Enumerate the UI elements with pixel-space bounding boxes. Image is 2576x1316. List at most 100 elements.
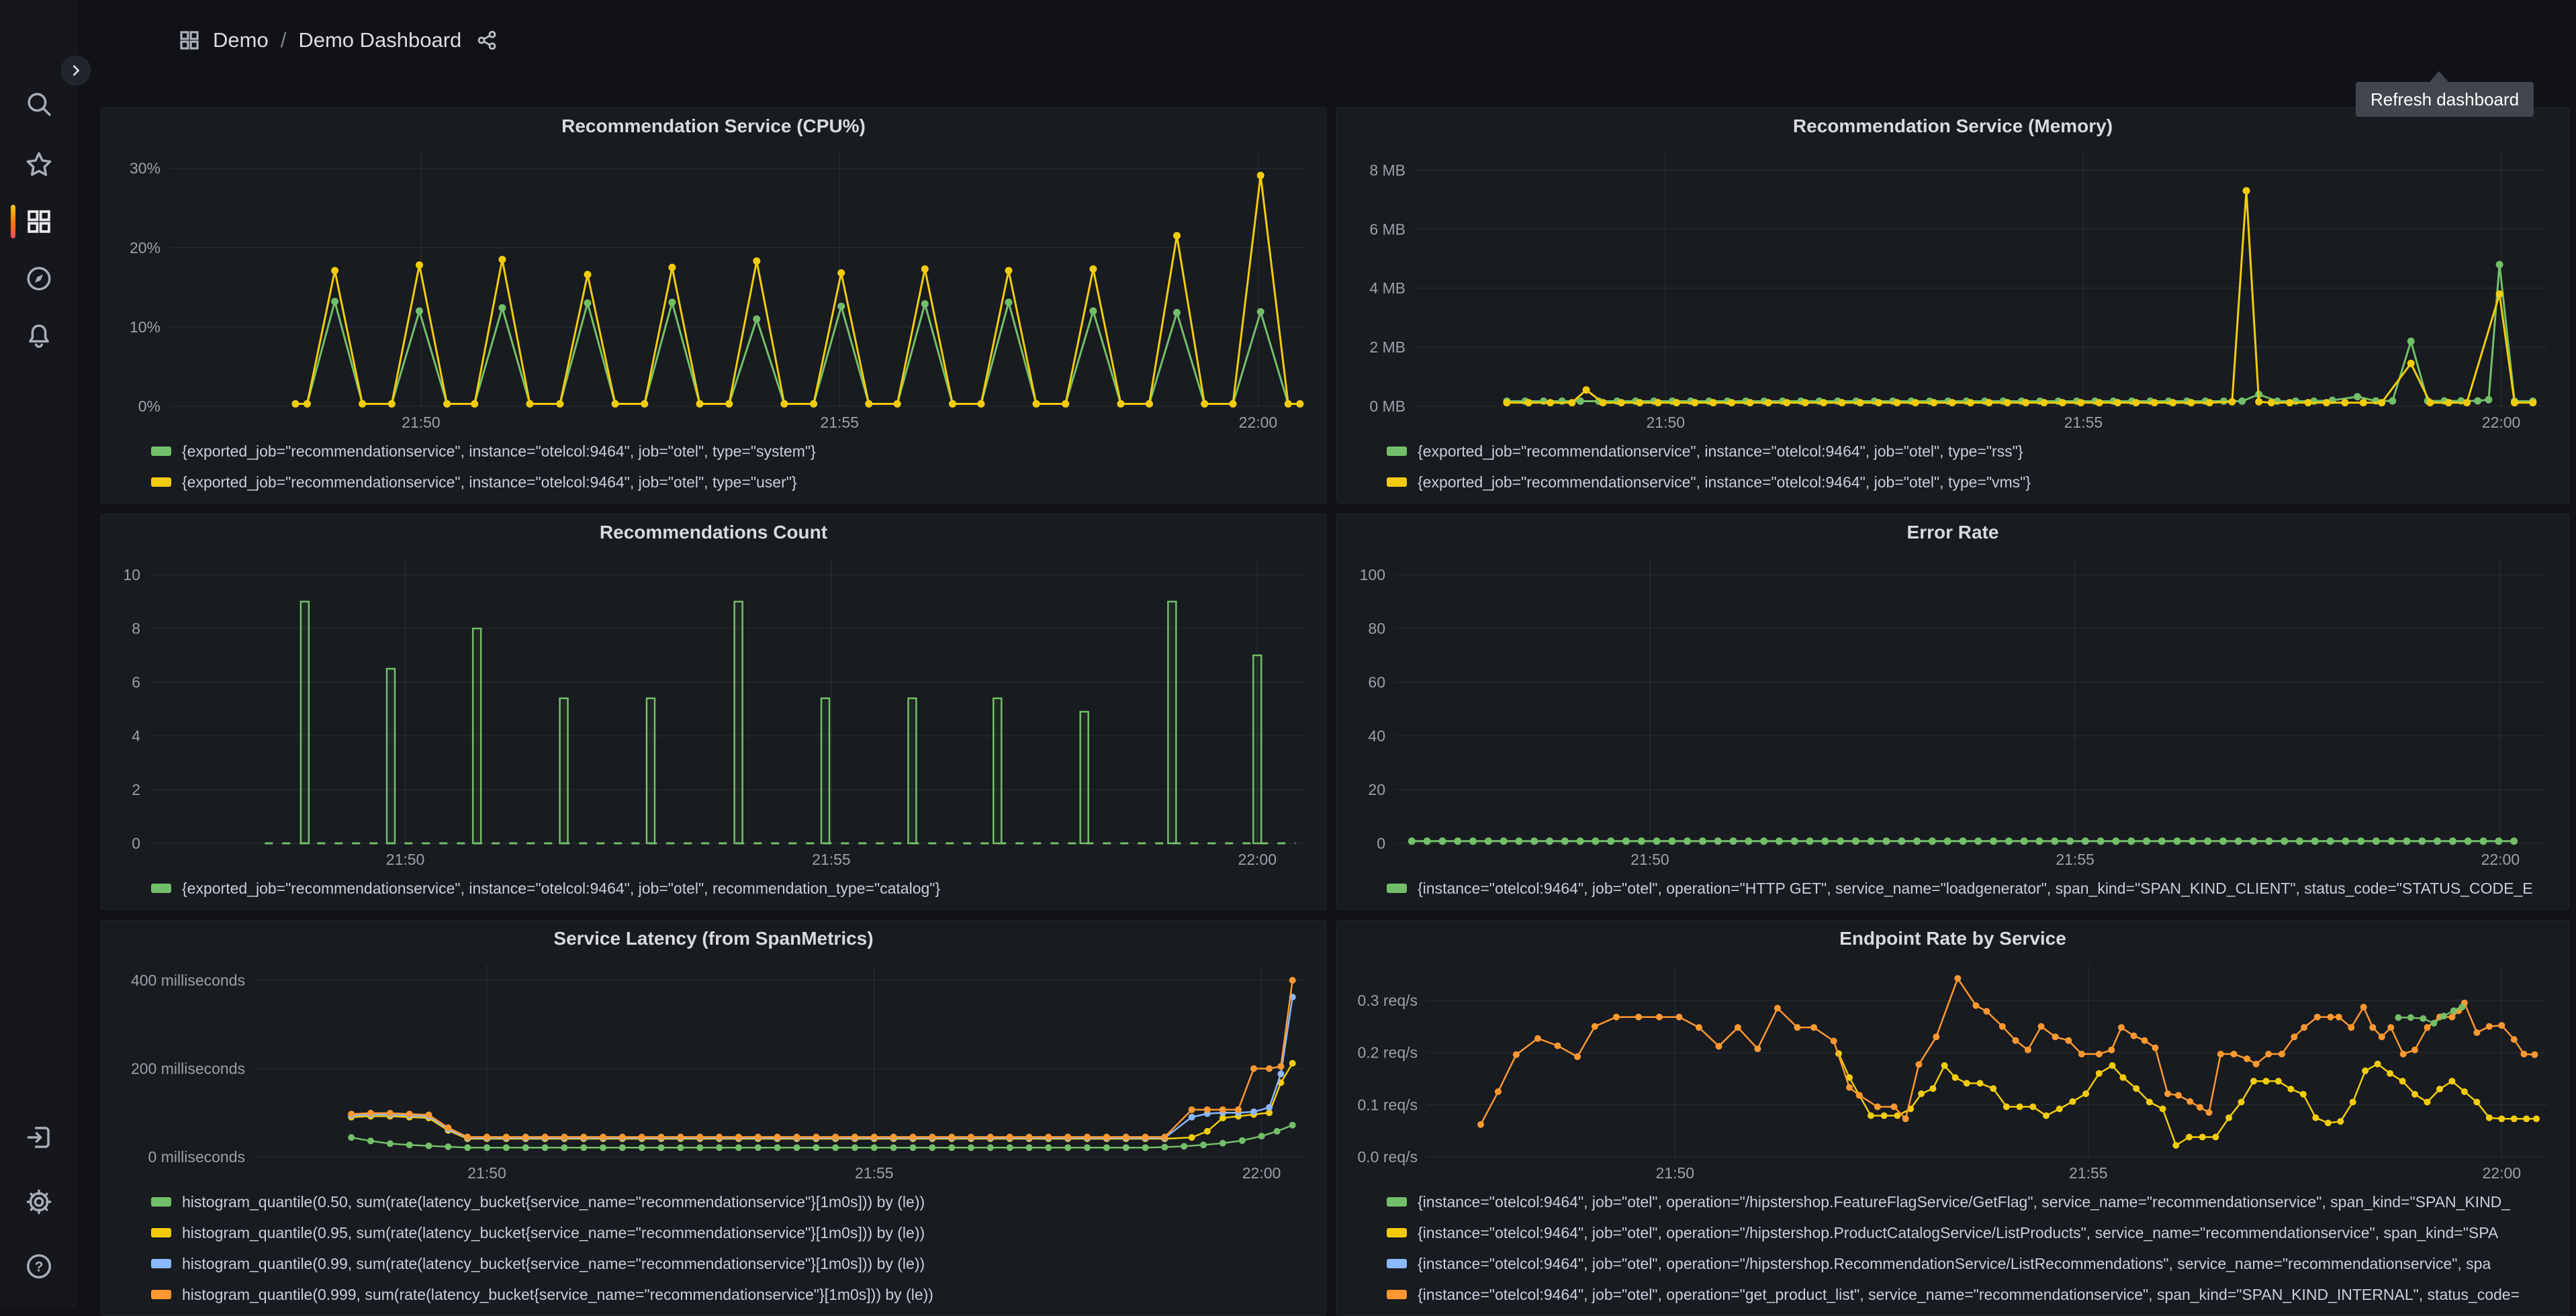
panel-title[interactable]: Service Latency (from SpanMetrics)	[101, 921, 1326, 957]
svg-text:8 MB: 8 MB	[1369, 161, 1406, 179]
legend-item[interactable]: {exported_job="recommendationservice", i…	[151, 467, 1312, 498]
left-sidebar: ?	[0, 0, 77, 1308]
svg-text:21:55: 21:55	[855, 1164, 894, 1182]
endpoint-rate-chart[interactable]: 0.0 req/s 0.1 req/s 0.2 req/s 0.3 req/s 21:5…	[1341, 957, 2565, 1185]
series-color-swatch	[151, 884, 171, 893]
legend-item[interactable]: histogram_quantile(0.50, sum(rate(latenc…	[151, 1186, 1312, 1217]
series-color-swatch	[151, 1259, 171, 1268]
series-color-swatch	[151, 1290, 171, 1299]
svg-text:0.0 req/s: 0.0 req/s	[1358, 1148, 1418, 1166]
legend-item[interactable]: {exported_job="recommendationservice", i…	[1387, 436, 2555, 467]
panel-error-rate: Error Rate 0 20 40 60 80 100 21:50 21:55 22:00 {…	[1336, 514, 2569, 910]
sign-in-icon[interactable]	[0, 1113, 77, 1162]
panel-title[interactable]: Recommendation Service (CPU%)	[101, 108, 1326, 144]
svg-text:21:55: 21:55	[812, 851, 851, 868]
dashboard-grid-icon	[178, 29, 201, 52]
svg-text:8: 8	[132, 620, 140, 637]
cpu-chart[interactable]: 0% 10% 20% 30% 21:50 21:55 22:00	[105, 144, 1322, 434]
legend-item[interactable]: histogram_quantile(0.99, sum(rate(latenc…	[151, 1248, 1312, 1279]
service-latency-chart[interactable]: 0 milliseconds 200 milliseconds 400 millis…	[105, 957, 1322, 1185]
panel-title[interactable]: Recommendations Count	[101, 514, 1326, 551]
svg-text:0 milliseconds: 0 milliseconds	[148, 1148, 245, 1166]
svg-text:21:50: 21:50	[386, 851, 425, 868]
legend-item[interactable]: {exported_job="recommendationservice", i…	[1387, 467, 2555, 498]
svg-text:400 milliseconds: 400 milliseconds	[131, 972, 245, 989]
alerting-bell-icon[interactable]	[0, 312, 77, 360]
legend: {instance="otelcol:9464", job="otel", op…	[1337, 872, 2569, 909]
breadcrumb-page-title[interactable]: Demo Dashboard	[298, 28, 461, 52]
series-color-swatch	[1387, 1197, 1407, 1207]
legend-item[interactable]: {instance="otelcol:9464", job="otel", op…	[1387, 1248, 2555, 1279]
svg-text:4: 4	[132, 727, 140, 745]
series-color-swatch	[1387, 1290, 1407, 1299]
breadcrumb-separator: /	[280, 28, 287, 52]
legend-item[interactable]: histogram_quantile(0.999, sum(rate(laten…	[151, 1279, 1312, 1310]
svg-text:6: 6	[132, 673, 140, 691]
legend-item[interactable]: {instance="otelcol:9464", job="otel", op…	[1387, 1279, 2555, 1310]
svg-text:0: 0	[132, 835, 140, 852]
svg-text:21:55: 21:55	[2056, 851, 2095, 868]
star-icon[interactable]	[0, 140, 77, 189]
svg-text:22:00: 22:00	[1242, 1164, 1281, 1182]
svg-text:20%: 20%	[130, 239, 160, 256]
series-color-swatch	[1387, 884, 1407, 893]
legend: {instance="otelcol:9464", job="otel", op…	[1337, 1185, 2569, 1315]
error-rate-chart[interactable]: 0 20 40 60 80 100 21:50 21:55 22:00	[1341, 551, 2565, 872]
panel-title[interactable]: Endpoint Rate by Service	[1337, 921, 2569, 957]
legend: {exported_job="recommendationservice", i…	[101, 434, 1326, 503]
svg-text:21:50: 21:50	[1656, 1164, 1695, 1182]
legend-item[interactable]: {instance="otelcol:9464", job="otel", op…	[1387, 1217, 2555, 1248]
legend: histogram_quantile(0.50, sum(rate(latenc…	[101, 1185, 1326, 1315]
svg-text:10%: 10%	[130, 318, 160, 336]
svg-text:30%: 30%	[130, 160, 160, 177]
tooltip-arrow	[2430, 71, 2448, 82]
svg-text:10: 10	[123, 566, 140, 583]
series-color-swatch	[1387, 446, 1407, 456]
svg-text:22:00: 22:00	[2481, 851, 2520, 868]
svg-text:22:00: 22:00	[2483, 1164, 2522, 1182]
svg-text:0 MB: 0 MB	[1369, 397, 1406, 415]
legend-item[interactable]: histogram_quantile(0.95, sum(rate(latenc…	[151, 1217, 1312, 1248]
panel-endpoint-rate: Endpoint Rate by Service 0.0 req/s 0.1 re…	[1336, 920, 2569, 1316]
series-color-swatch	[151, 1228, 171, 1237]
svg-text:21:55: 21:55	[820, 414, 859, 431]
settings-gear-icon[interactable]	[0, 1178, 77, 1226]
recommendations-count-chart[interactable]: 0 2 4 6 8 10 21:50 21:55 22:00	[105, 551, 1322, 872]
svg-text:21:55: 21:55	[2064, 414, 2103, 431]
dashboards-icon[interactable]	[0, 197, 77, 246]
svg-text:0.3 req/s: 0.3 req/s	[1358, 992, 1418, 1009]
svg-text:22:00: 22:00	[1238, 851, 1277, 868]
breadcrumb-section[interactable]: Demo	[213, 28, 269, 52]
explore-compass-icon[interactable]	[0, 254, 77, 303]
svg-text:21:50: 21:50	[1647, 414, 1686, 431]
share-icon[interactable]	[476, 30, 498, 51]
panel-memory: Recommendation Service (Memory) 0 MB 2 MB…	[1336, 107, 2569, 504]
sidebar-expand-button[interactable]	[61, 56, 91, 85]
panel-cpu: Recommendation Service (CPU%) 0% 10% 20% 30…	[101, 107, 1326, 504]
series-color-swatch	[1387, 1228, 1407, 1237]
panel-title[interactable]: Error Rate	[1337, 514, 2569, 551]
panel-service-latency: Service Latency (from SpanMetrics) 0 mil…	[101, 920, 1326, 1316]
legend-item[interactable]: {exported_job="recommendationservice", i…	[151, 873, 1312, 904]
svg-text:21:50: 21:50	[1630, 851, 1669, 868]
refresh-tooltip: Refresh dashboard	[2356, 82, 2534, 117]
help-icon[interactable]: ?	[0, 1242, 77, 1290]
series-color-swatch	[151, 446, 171, 456]
svg-text:22:00: 22:00	[2482, 414, 2521, 431]
svg-text:21:50: 21:50	[467, 1164, 506, 1182]
svg-text:21:55: 21:55	[2069, 1164, 2108, 1182]
search-icon[interactable]	[0, 80, 77, 128]
breadcrumb: Demo / Demo Dashboard	[178, 0, 498, 81]
svg-text:0.2 req/s: 0.2 req/s	[1358, 1044, 1418, 1062]
legend-item[interactable]: {instance="otelcol:9464", job="otel", op…	[1387, 1186, 2555, 1217]
legend-item[interactable]: {exported_job="recommendationservice", i…	[151, 436, 1312, 467]
svg-text:20: 20	[1368, 781, 1385, 798]
svg-text:0%: 0%	[138, 397, 160, 415]
svg-text:100: 100	[1360, 566, 1385, 583]
svg-text:6 MB: 6 MB	[1369, 220, 1406, 238]
legend-item[interactable]: {instance="otelcol:9464", job="otel", op…	[1387, 873, 2555, 904]
memory-chart[interactable]: 0 MB 2 MB 4 MB 6 MB 8 MB 21:50 21:55 22:00	[1341, 144, 2565, 434]
series-color-swatch	[151, 1197, 171, 1207]
svg-text:2: 2	[132, 781, 140, 798]
panel-recommendations-count: Recommendations Count 0 2 4 6 8 10 21:50 21:55 2…	[101, 514, 1326, 910]
